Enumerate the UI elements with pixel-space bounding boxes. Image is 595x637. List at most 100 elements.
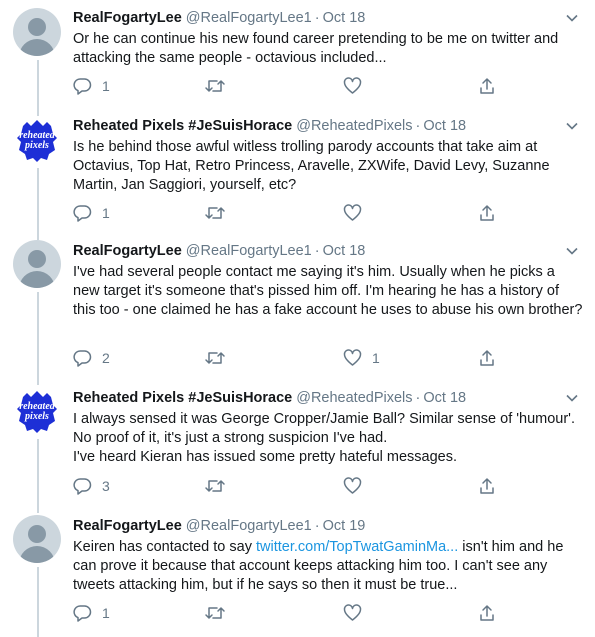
tweet-header: RealFogartyLee @RealFogartyLee1 · Oct 18 xyxy=(73,242,365,260)
tweet-date[interactable]: Oct 18 xyxy=(423,118,466,134)
tweet-text-line: I always sensed it was George Cropper/Ja… xyxy=(73,411,575,427)
tweet-text-line: No proof of it, it's just a strong suspi… xyxy=(73,430,388,446)
retweet-icon xyxy=(205,607,225,619)
separator-dot: · xyxy=(314,518,320,534)
tweet-text: I've had several people contact me sayin… xyxy=(73,264,583,318)
tweet-date[interactable]: Oct 18 xyxy=(423,390,466,406)
chevron-down-icon[interactable] xyxy=(565,391,579,405)
reply-icon xyxy=(73,78,92,95)
retweet-button[interactable] xyxy=(204,203,236,223)
tweet-text: Or he can continue his new found career … xyxy=(73,31,559,66)
avatar[interactable] xyxy=(13,515,61,563)
tweet-header: Reheated Pixels #JeSuisHorace @ReheatedPi… xyxy=(73,117,466,135)
tweet-text-line: I've heard Kieran has issued some pretty… xyxy=(73,449,458,465)
thread-line xyxy=(37,292,39,377)
reply-icon xyxy=(73,605,92,622)
tweet[interactable]: reheated pixels Reheated Pixels #JeSuisH… xyxy=(0,377,595,505)
action-bar: 2 1 xyxy=(73,348,513,368)
tweet-link[interactable]: twitter.com/TopTwatGaminMa... xyxy=(256,539,458,555)
user-handle[interactable]: @ReheatedPixels xyxy=(296,118,412,134)
user-handle[interactable]: @RealFogartyLee1 xyxy=(186,10,312,26)
chevron-down-icon[interactable] xyxy=(565,244,579,258)
avatar[interactable]: reheated pixels xyxy=(13,387,61,435)
tweet-text-segment: Keiren has contacted to say xyxy=(73,539,256,555)
separator-dot: · xyxy=(314,10,320,26)
tweet[interactable]: reheated pixels Reheated Pixels #JeSuisH… xyxy=(0,108,595,232)
reply-button[interactable]: 2 xyxy=(73,348,110,368)
logo-text-bottom: pixels xyxy=(24,411,49,422)
like-icon xyxy=(343,477,362,494)
user-handle[interactable]: @ReheatedPixels xyxy=(296,390,412,406)
reheated-pixels-logo: reheated pixels xyxy=(17,120,57,162)
reply-button[interactable]: 1 xyxy=(73,76,110,96)
thread-line xyxy=(37,232,39,240)
tweet-date[interactable]: Oct 18 xyxy=(323,243,366,259)
share-icon xyxy=(480,205,494,221)
share-button[interactable] xyxy=(478,603,496,623)
share-icon xyxy=(480,605,494,621)
thread-line xyxy=(37,108,39,116)
like-button[interactable] xyxy=(343,476,372,496)
thread-line xyxy=(37,505,39,513)
retweet-button[interactable] xyxy=(204,476,236,496)
share-icon xyxy=(480,350,494,366)
tweet-header: Reheated Pixels #JeSuisHorace @ReheatedPi… xyxy=(73,389,466,407)
action-bar: 1 xyxy=(73,603,513,623)
like-button[interactable]: 1 xyxy=(343,348,380,368)
tweet-text: Keiren has contacted to say twitter.com/… xyxy=(73,538,583,595)
reheated-pixels-logo: reheated pixels xyxy=(17,391,57,433)
like-button[interactable] xyxy=(343,76,372,96)
user-handle[interactable]: @RealFogartyLee1 xyxy=(186,243,312,259)
reply-icon xyxy=(73,205,92,222)
share-button[interactable] xyxy=(478,76,496,96)
thread-line xyxy=(37,377,39,385)
reply-button[interactable]: 1 xyxy=(73,603,110,623)
like-button[interactable] xyxy=(343,603,372,623)
share-button[interactable] xyxy=(478,476,496,496)
user-handle[interactable]: @RealFogartyLee1 xyxy=(186,518,312,534)
reply-count: 1 xyxy=(102,78,110,94)
thread-line xyxy=(37,439,39,505)
reply-button[interactable]: 3 xyxy=(73,476,110,496)
separator-dot: · xyxy=(415,118,421,134)
reply-count: 1 xyxy=(102,605,110,621)
thread-line xyxy=(37,567,39,637)
retweet-icon xyxy=(205,480,225,492)
display-name[interactable]: RealFogartyLee xyxy=(73,243,182,259)
tweet-header: RealFogartyLee @RealFogartyLee1 · Oct 18 xyxy=(73,9,365,27)
like-button[interactable] xyxy=(343,203,372,223)
tweet[interactable]: RealFogartyLee @RealFogartyLee1 · Oct 18 I'… xyxy=(0,232,595,377)
chevron-down-icon[interactable] xyxy=(565,119,579,133)
action-bar: 3 xyxy=(73,476,513,496)
avatar[interactable] xyxy=(13,240,61,288)
retweet-icon xyxy=(205,80,225,92)
tweet-text: Is he behind those awful witless trollin… xyxy=(73,139,550,193)
retweet-button[interactable] xyxy=(204,348,236,368)
tweet-header: RealFogartyLee @RealFogartyLee1 · Oct 19 xyxy=(73,517,365,535)
display-name[interactable]: RealFogartyLee xyxy=(73,10,182,26)
like-count: 1 xyxy=(372,350,380,366)
retweet-button[interactable] xyxy=(204,76,236,96)
retweet-button[interactable] xyxy=(204,603,236,623)
avatar[interactable] xyxy=(13,8,61,56)
share-button[interactable] xyxy=(478,203,496,223)
tweet-text: I always sensed it was George Cropper/Ja… xyxy=(73,410,583,467)
share-button[interactable] xyxy=(478,348,496,368)
reply-button[interactable]: 1 xyxy=(73,203,110,223)
reply-count: 3 xyxy=(102,478,110,494)
like-icon xyxy=(343,77,362,94)
like-icon xyxy=(343,349,362,366)
display-name[interactable]: RealFogartyLee xyxy=(73,518,182,534)
tweet[interactable]: RealFogartyLee @RealFogartyLee1 · Oct 19 Ke… xyxy=(0,505,595,637)
chevron-down-icon[interactable] xyxy=(565,11,579,25)
reply-icon xyxy=(73,350,92,367)
tweet[interactable]: RealFogartyLee @RealFogartyLee1 · Oct 18 Or… xyxy=(0,0,595,108)
tweet-date[interactable]: Oct 18 xyxy=(323,10,366,26)
display-name[interactable]: Reheated Pixels #JeSuisHorace xyxy=(73,390,292,406)
display-name[interactable]: Reheated Pixels #JeSuisHorace xyxy=(73,118,292,134)
retweet-icon xyxy=(205,207,225,219)
separator-dot: · xyxy=(415,390,421,406)
avatar[interactable]: reheated pixels xyxy=(13,116,61,164)
tweet-date[interactable]: Oct 19 xyxy=(323,518,366,534)
logo-text-bottom: pixels xyxy=(24,140,49,151)
